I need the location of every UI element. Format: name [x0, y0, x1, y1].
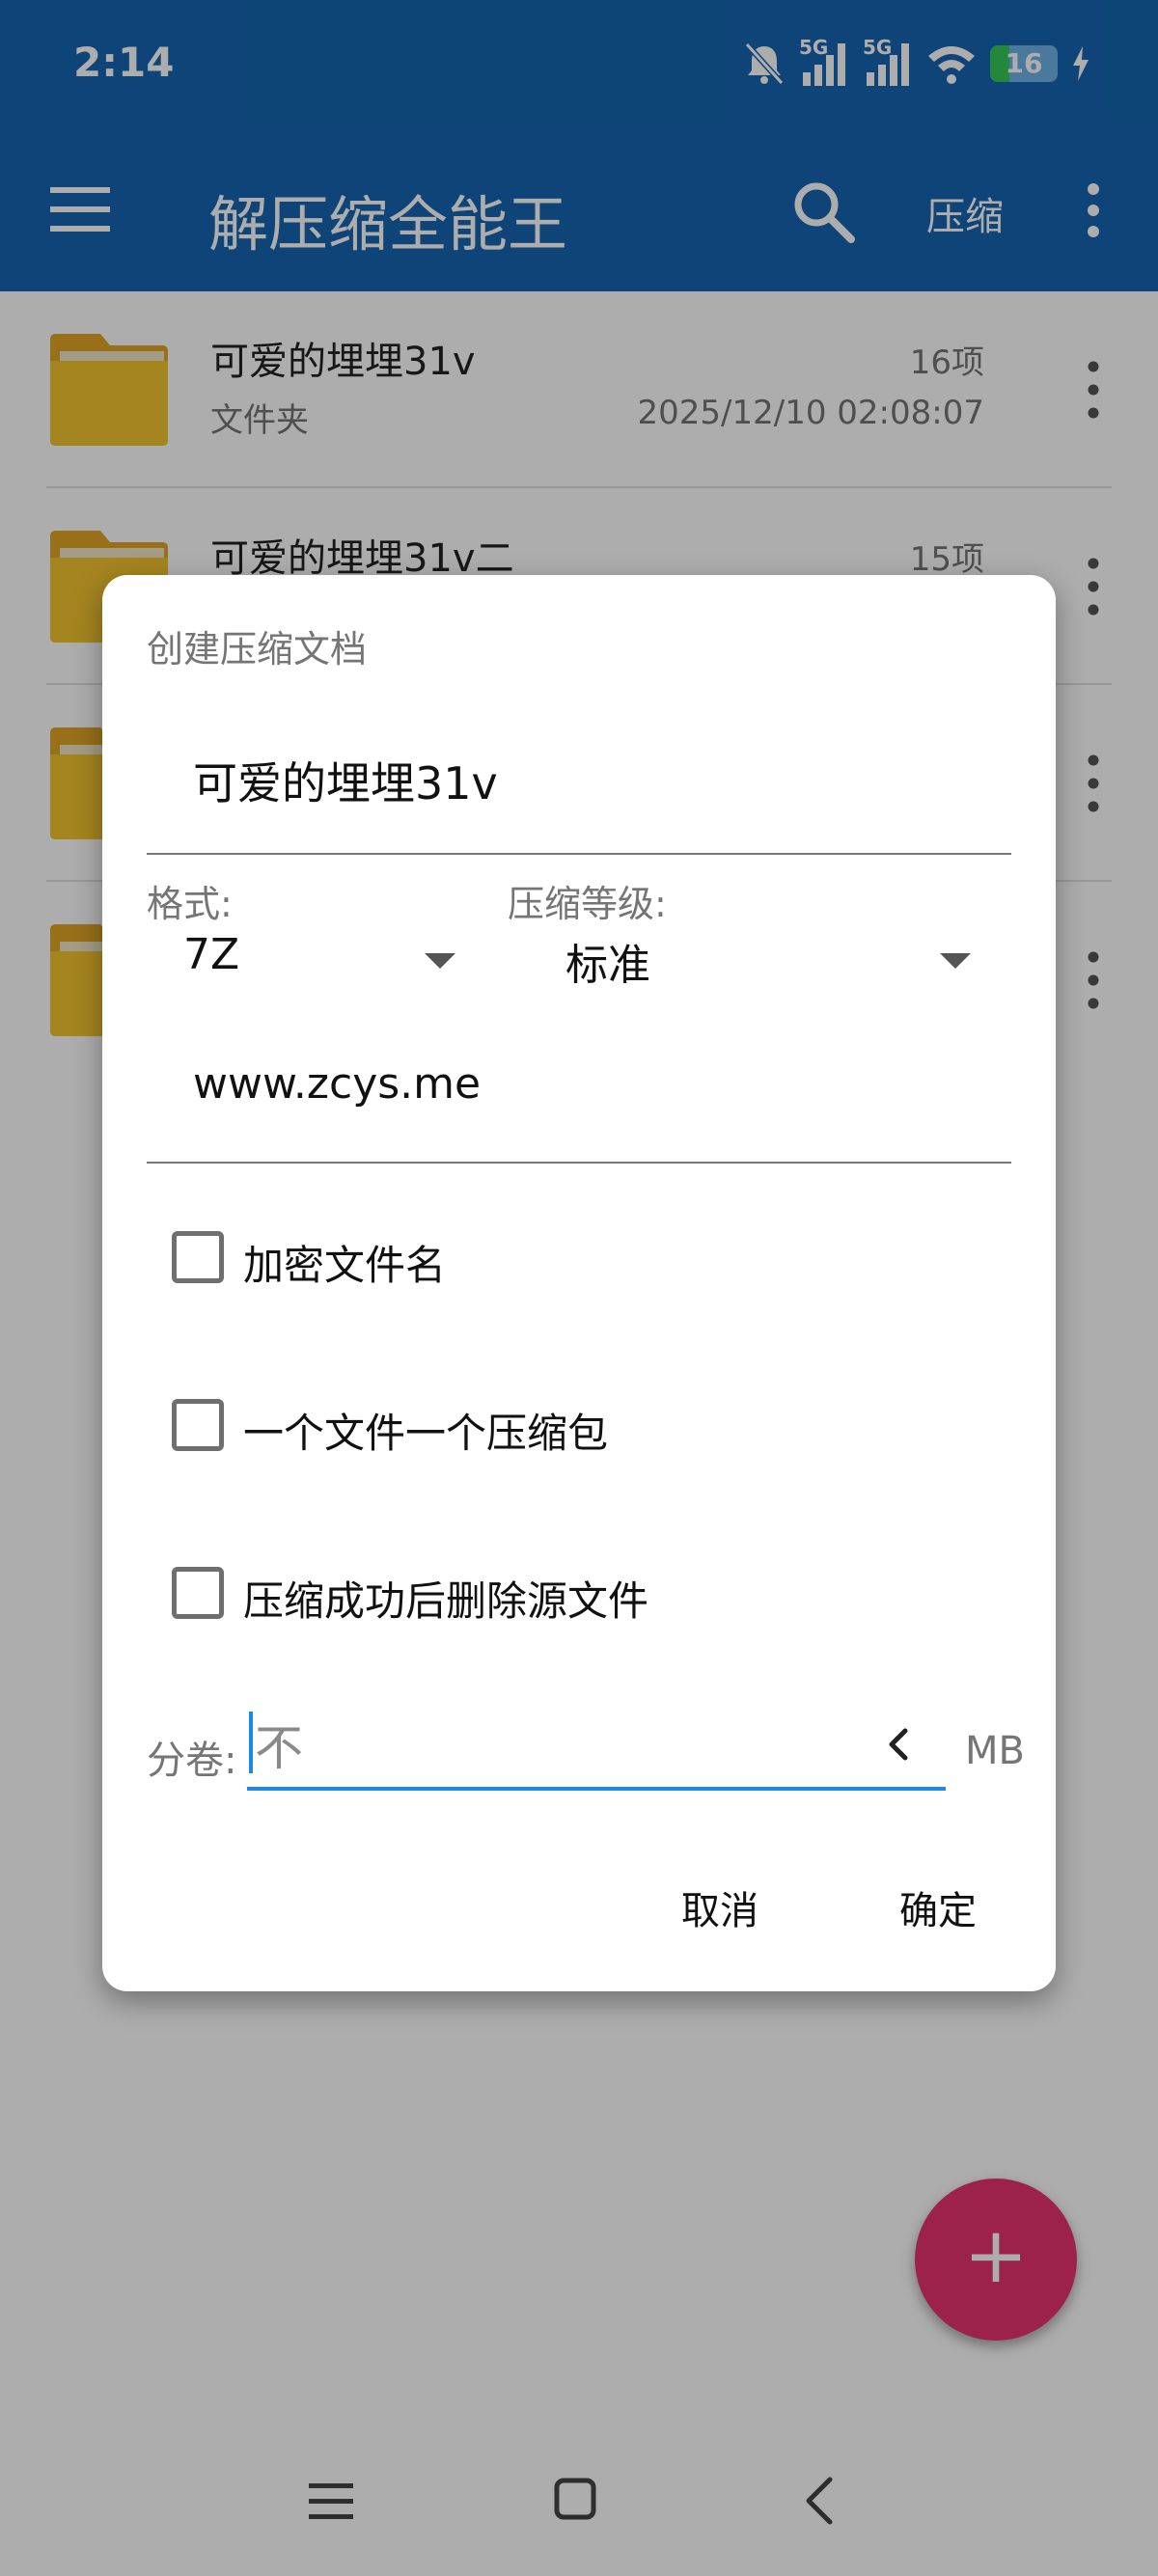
option-encrypt-filenames[interactable]: 加密文件名	[164, 1221, 936, 1299]
chevron-left-icon[interactable]	[884, 1727, 911, 1762]
format-value: 7Z	[183, 930, 240, 979]
checkbox[interactable]	[172, 1567, 224, 1619]
comment-value: www.zcys.me	[193, 1059, 482, 1109]
format-select[interactable]: 7Z	[147, 922, 465, 1000]
split-label: 分卷:	[147, 1739, 237, 1783]
option-label: 一个文件一个压缩包	[243, 1410, 609, 1457]
confirm-button[interactable]: 确定	[899, 1879, 977, 1935]
checkbox[interactable]	[172, 1231, 224, 1283]
option-one-archive-per-file[interactable]: 一个文件一个压缩包	[164, 1389, 936, 1466]
comment-input[interactable]: www.zcys.me	[147, 1028, 1011, 1164]
dialog-title: 创建压缩文档	[147, 628, 368, 671]
level-select[interactable]: 标准	[508, 922, 1087, 1000]
level-value: 标准	[565, 941, 650, 990]
archive-name-input[interactable]: 可爱的埋埋31v	[147, 720, 1011, 855]
archive-name-value: 可爱的埋埋31v	[193, 757, 498, 809]
split-unit: MB	[965, 1729, 1025, 1773]
checkbox[interactable]	[172, 1399, 224, 1451]
option-label: 压缩成功后删除源文件	[243, 1577, 649, 1625]
text-cursor	[249, 1712, 253, 1773]
cancel-button[interactable]: 取消	[681, 1879, 758, 1935]
format-label: 格式:	[147, 883, 233, 925]
dropdown-arrow-icon	[940, 953, 971, 969]
create-archive-dialog: 创建压缩文档 可爱的埋埋31v 格式: 压缩等级: 7Z 标准 www.zcys…	[102, 575, 1056, 1991]
option-label: 加密文件名	[243, 1242, 447, 1289]
level-label: 压缩等级:	[508, 883, 667, 925]
dropdown-arrow-icon	[425, 953, 455, 969]
option-delete-source[interactable]: 压缩成功后删除源文件	[164, 1557, 936, 1634]
split-value: 不	[255, 1720, 303, 1776]
split-size-input[interactable]: 不	[247, 1704, 946, 1791]
